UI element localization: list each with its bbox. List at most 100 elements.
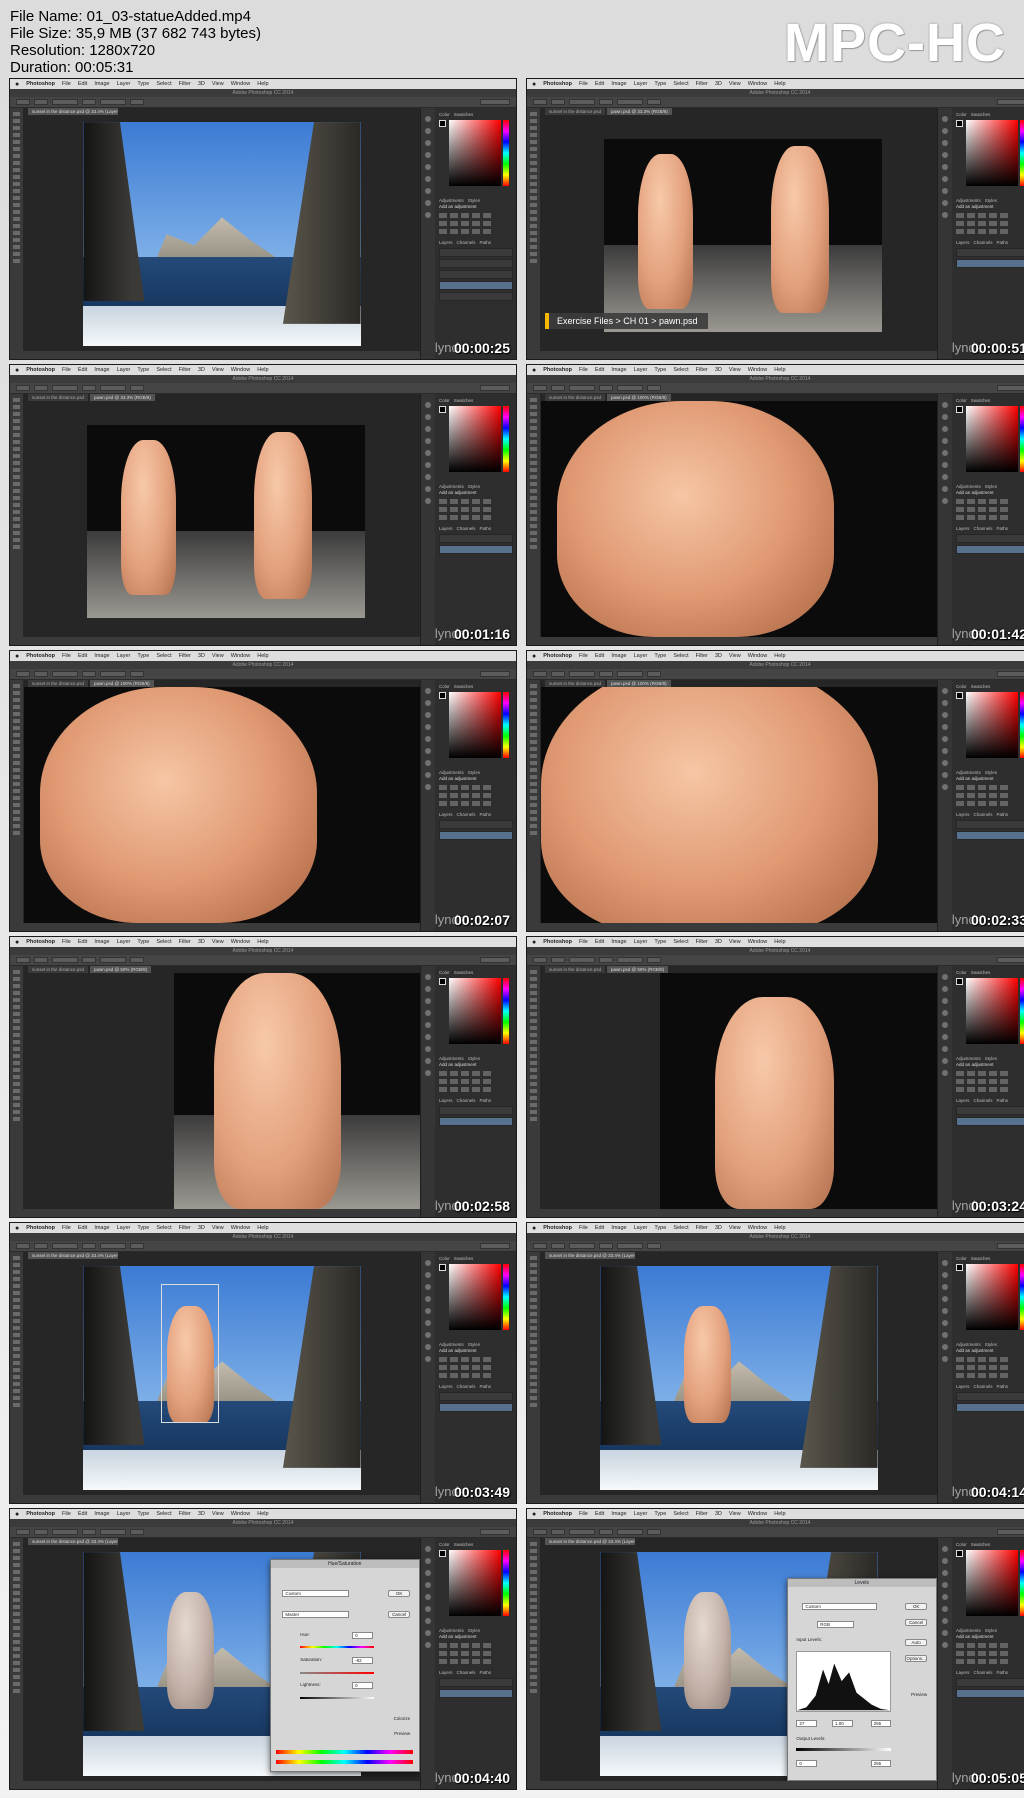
tool-icon[interactable] <box>530 175 537 179</box>
panel-tab[interactable]: Paths <box>480 1384 492 1390</box>
adjustment-icon[interactable] <box>978 1079 986 1084</box>
tool-icon[interactable] <box>13 398 20 402</box>
tool-icon[interactable] <box>13 1570 20 1574</box>
workspace-switcher[interactable] <box>997 957 1024 963</box>
menu-item-image[interactable]: Image <box>611 81 626 87</box>
adjustment-icon[interactable] <box>1000 1365 1008 1370</box>
adjustment-icon[interactable] <box>461 1087 469 1092</box>
adjustment-icon[interactable] <box>461 1365 469 1370</box>
layer-row[interactable] <box>439 831 513 840</box>
panel-tab[interactable]: Channels <box>974 1384 993 1390</box>
tool-icon[interactable] <box>530 977 537 981</box>
adjustment-icon[interactable] <box>472 1087 480 1092</box>
tool-icon[interactable] <box>530 1563 537 1567</box>
panel-toggle-icon[interactable] <box>425 1332 431 1338</box>
tool-icon[interactable] <box>530 252 537 256</box>
tool-icon[interactable] <box>13 1082 20 1086</box>
panel-toggle-icon[interactable] <box>942 724 948 730</box>
adjustment-icon[interactable] <box>967 1643 975 1648</box>
color-picker-field[interactable] <box>449 692 501 758</box>
tool-icon[interactable] <box>13 1103 20 1107</box>
tool-icon[interactable] <box>13 1256 20 1260</box>
panel-toggle-icon[interactable] <box>425 1570 431 1576</box>
tool-icon[interactable] <box>13 161 20 165</box>
menu-item-select[interactable]: Select <box>156 367 171 373</box>
document-canvas[interactable] <box>24 687 420 923</box>
tool-icon[interactable] <box>530 1263 537 1267</box>
adjustment-icon[interactable] <box>978 1365 986 1370</box>
panel-tab[interactable]: Swatches <box>971 684 991 690</box>
panel-toggle-icon[interactable] <box>425 1606 431 1612</box>
panel-tab[interactable]: Channels <box>457 1384 476 1390</box>
tool-icon[interactable] <box>530 712 537 716</box>
panel-tab[interactable]: Channels <box>974 240 993 246</box>
adjustment-icon[interactable] <box>483 507 491 512</box>
adjustment-icon[interactable] <box>956 1079 964 1084</box>
panel-tab[interactable]: Color <box>956 684 967 690</box>
menu-item-window[interactable]: Window <box>231 939 251 945</box>
menu-item-select[interactable]: Select <box>156 1225 171 1231</box>
hue-slider[interactable] <box>503 1550 509 1616</box>
adjustment-icon[interactable] <box>967 1071 975 1076</box>
hue-slider[interactable] <box>300 1646 375 1649</box>
tool-icon[interactable] <box>530 447 537 451</box>
adjustment-icon[interactable] <box>450 1087 458 1092</box>
tool-icon[interactable] <box>13 112 20 116</box>
adjustment-icon[interactable] <box>956 1659 964 1664</box>
panel-tab[interactable]: Layers <box>439 1098 453 1104</box>
workspace-switcher[interactable] <box>480 1529 510 1535</box>
tool-icon[interactable] <box>530 1312 537 1316</box>
menu-item-help[interactable]: Help <box>774 367 785 373</box>
menu-item-window[interactable]: Window <box>231 1225 251 1231</box>
hue-slider[interactable] <box>1020 692 1024 758</box>
adjustment-icon[interactable] <box>978 1659 986 1664</box>
tool-option-control[interactable] <box>100 671 126 677</box>
layer-row[interactable] <box>956 1403 1024 1412</box>
tool-icon[interactable] <box>13 782 20 786</box>
apple-icon[interactable]: ● <box>532 1511 536 1518</box>
menu-item-edit[interactable]: Edit <box>78 653 87 659</box>
adjustment-icon[interactable] <box>461 1079 469 1084</box>
tool-icon[interactable] <box>13 412 20 416</box>
tool-icon[interactable] <box>530 1305 537 1309</box>
adjustment-icon[interactable] <box>450 1071 458 1076</box>
panel-tab[interactable]: Swatches <box>454 1542 474 1548</box>
tool-icon[interactable] <box>13 140 20 144</box>
foreground-color-swatch[interactable] <box>956 1550 963 1557</box>
menu-item-image[interactable]: Image <box>94 367 109 373</box>
tool-icon[interactable] <box>530 217 537 221</box>
tool-option-control[interactable] <box>130 671 144 677</box>
panel-toggle-icon[interactable] <box>425 712 431 718</box>
document-tab[interactable]: sunset in the distance.psd @ 33.4% (Laye… <box>28 1538 118 1545</box>
layer-row[interactable] <box>439 281 513 290</box>
out-high-field[interactable]: 255 <box>870 1759 892 1767</box>
color-picker-field[interactable] <box>966 120 1018 186</box>
panel-toggle-icon[interactable] <box>942 176 948 182</box>
menu-item-file[interactable]: File <box>579 81 588 87</box>
panel-toggle-icon[interactable] <box>425 974 431 980</box>
adjustment-icon[interactable] <box>978 1643 986 1648</box>
panel-toggle-icon[interactable] <box>425 688 431 694</box>
panel-toggle-icon[interactable] <box>942 1582 948 1588</box>
panel-tab[interactable]: Color <box>956 112 967 118</box>
tool-option-control[interactable] <box>34 957 48 963</box>
tool-option-control[interactable] <box>52 957 78 963</box>
tool-icon[interactable] <box>530 1549 537 1553</box>
adjustment-icon[interactable] <box>1000 499 1008 504</box>
video-frame-thumbnail[interactable]: ● Photoshop File Edit Image Layer Type Select Fi… <box>526 936 1024 1218</box>
tool-icon[interactable] <box>13 754 20 758</box>
panel-toggle-icon[interactable] <box>942 784 948 790</box>
sat-value-field[interactable]: -82 <box>352 1656 373 1664</box>
color-picker-field[interactable] <box>449 1264 501 1330</box>
tool-option-control[interactable] <box>16 1243 30 1249</box>
menu-item-filter[interactable]: Filter <box>179 1511 191 1517</box>
hue-slider[interactable] <box>503 692 509 758</box>
panel-tab[interactable]: Swatches <box>454 398 474 404</box>
tool-option-control[interactable] <box>100 99 126 105</box>
apple-icon[interactable]: ● <box>532 367 536 374</box>
tool-option-control[interactable] <box>82 385 96 391</box>
tool-icon[interactable] <box>13 747 20 751</box>
menu-item-photoshop[interactable]: Photoshop <box>26 1511 55 1517</box>
tool-option-control[interactable] <box>34 99 48 105</box>
menu-item-image[interactable]: Image <box>611 939 626 945</box>
